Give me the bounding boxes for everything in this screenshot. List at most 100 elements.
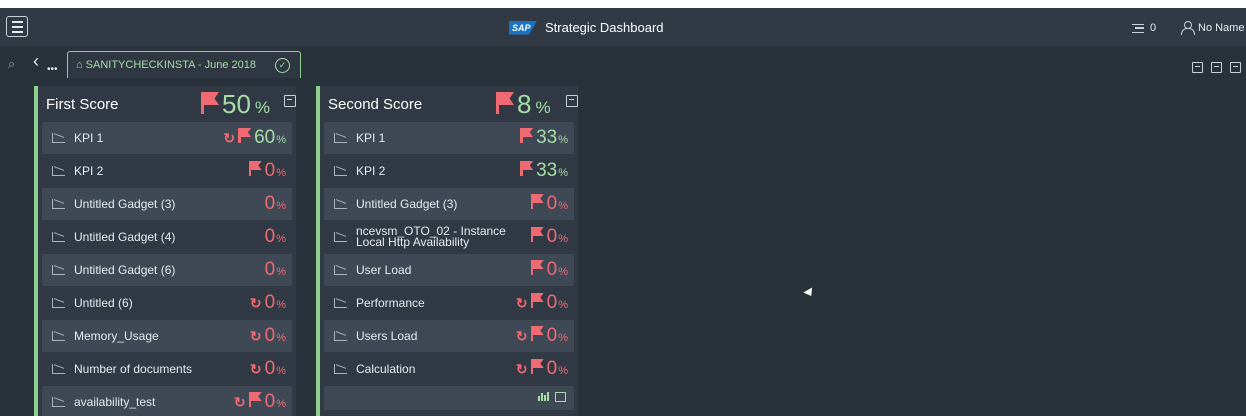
kpi-row[interactable]: Number of documents ↻ 0% [42,353,292,385]
kpi-label: availability_test [74,394,156,409]
kpi-row[interactable]: Untitled Gadget (3) 0% [42,188,292,220]
kpi-row[interactable]: Memory_Usage ↻ 0% [42,320,292,352]
kpi-value-group: ↻ 0% [250,292,286,314]
kpi-list: KPI 1 ↻ 60% KPI 2 0% Untitled Gadget (3) 0% Unt… [38,122,296,416]
kpi-value-group: 0% [265,193,286,215]
flag-icon [530,325,544,341]
kpi-value-group: ↻ 0% [516,358,568,380]
kpi-unit: % [276,233,286,245]
kpi-chart-icon [52,265,65,275]
calendar-icon[interactable] [1192,62,1203,73]
score-card-first: First Score 50 % KPI 1 ↻ 60% KPI 2 0% Untitle… [34,86,296,416]
flag-icon [530,292,544,308]
kpi-unit: % [558,134,568,146]
trend-icon: ↻ [249,328,262,344]
kpi-row[interactable]: KPI 2 0% [42,155,292,187]
kpi-value-group: 0% [530,226,568,248]
kpi-row[interactable]: User Load 0% [324,254,574,286]
kpi-value-group: 33% [520,127,568,149]
kpi-unit: % [558,365,568,377]
kpi-value: 0 [546,193,558,214]
kpi-chart-icon [52,199,65,209]
search-settings-icon[interactable]: ⌕ [8,56,15,72]
kpi-chart-icon [52,133,65,143]
kpi-value: 0 [264,226,276,247]
kpi-chart-icon [334,298,347,308]
collapse-card-icon[interactable] [284,95,296,107]
toolbar-icons [1192,62,1241,73]
score-value: 50 [222,89,251,119]
tab-sanitycheckinsta[interactable]: ⌂ SANITYCHECKINSTA - June 2018 ✓ [67,51,301,78]
expand-icon[interactable] [1230,62,1241,73]
home-icon: ⌂ [76,59,83,71]
kpi-row[interactable]: Untitled Gadget (3) 0% [324,188,574,220]
user-menu-button[interactable]: No Name [1181,21,1245,35]
kpi-row[interactable]: Calculation ↻ 0% [324,353,574,385]
flag-icon [530,226,544,242]
collapse-icon[interactable] [1211,62,1222,73]
kpi-row[interactable]: KPI 2 33% [324,155,574,187]
kpi-label: Untitled Gadget (3) [356,196,458,211]
kpi-value: 33 [536,127,558,148]
kpi-unit: % [276,167,286,179]
kpi-unit: % [558,299,568,311]
kpi-row[interactable]: Untitled Gadget (4) 0% [42,221,292,253]
kpi-value: 0 [264,292,276,313]
kpi-row[interactable]: Untitled Gadget (6) 0% [42,254,292,286]
chevron-left-icon[interactable]: ‹ [33,52,39,70]
card-header: Second Score 8 % [320,86,578,122]
kpi-value-group: 0% [265,226,286,248]
kpi-value-group: ↻ 0% [250,358,286,380]
user-name: No Name [1198,21,1245,34]
bar-chart-icon[interactable] [538,392,549,401]
kpi-chart-icon [52,397,65,407]
check-circle-icon[interactable]: ✓ [275,58,290,73]
kpi-value: 0 [264,358,276,379]
kpi-chart-icon [52,364,65,374]
kpi-row[interactable]: Users Load ↻ 0% [324,320,574,352]
kpi-value-group: 0% [530,193,568,215]
kpi-chart-icon [52,331,65,341]
dashboard-tabbar: ⌕ ‹ ••• ⌂ SANITYCHECKINSTA - June 2018 ✓ [0,46,1246,84]
kpi-row[interactable]: availability_test ↻ 0% [42,386,292,416]
tab-label: SANITYCHECKINSTA - June 2018 [85,59,257,71]
kpi-unit: % [276,299,286,311]
trend-icon: ↻ [515,328,528,344]
flag-icon [530,358,544,374]
notifications-button[interactable]: 0 [1132,22,1156,34]
kpi-chart-icon [334,364,347,374]
kpi-value: 0 [546,292,558,313]
mouse-cursor [803,287,816,299]
kpi-row[interactable]: KPI 1 33% [324,122,574,154]
sap-logo: SAP [509,20,537,35]
kpi-unit: % [558,332,568,344]
collapse-card-icon[interactable] [566,95,578,107]
kpi-value: 0 [546,259,558,280]
kpi-value: 0 [264,160,276,181]
kpi-value: 33 [536,160,558,181]
kpi-unit: % [276,200,286,212]
kpi-row[interactable]: Performance ↻ 0% [324,287,574,319]
user-icon [1181,21,1195,35]
kpi-chart-icon [334,166,347,176]
hierarchy-icon[interactable] [555,392,566,402]
score-card-second: Second Score 8 % KPI 1 33% KPI 2 33% Untitle… [316,86,578,416]
kpi-value: 0 [264,391,276,412]
kpi-row[interactable]: Untitled (6) ↻ 0% [42,287,292,319]
kpi-row[interactable]: KPI 1 ↻ 60% [42,122,292,154]
more-dots-icon[interactable]: ••• [47,64,58,75]
kpi-value-group: 0% [265,259,286,281]
kpi-value: 0 [546,358,558,379]
notifications-icon [1132,23,1144,33]
kpi-label: KPI 2 [74,163,104,178]
kpi-value: 0 [546,226,558,247]
hamburger-menu-button[interactable] [6,16,28,37]
kpi-value-group: 0% [248,160,286,182]
kpi-label: Number of documents [74,361,193,376]
trend-icon: ↻ [515,361,528,377]
kpi-value-group: ↻ 0% [516,292,568,314]
kpi-label: Untitled Gadget (4) [74,229,176,244]
kpi-unit: % [276,266,286,278]
kpi-label: User Load [356,262,412,277]
kpi-row[interactable]: ncevsm_OTO_02 - Instance Local Http Avai… [324,221,574,253]
